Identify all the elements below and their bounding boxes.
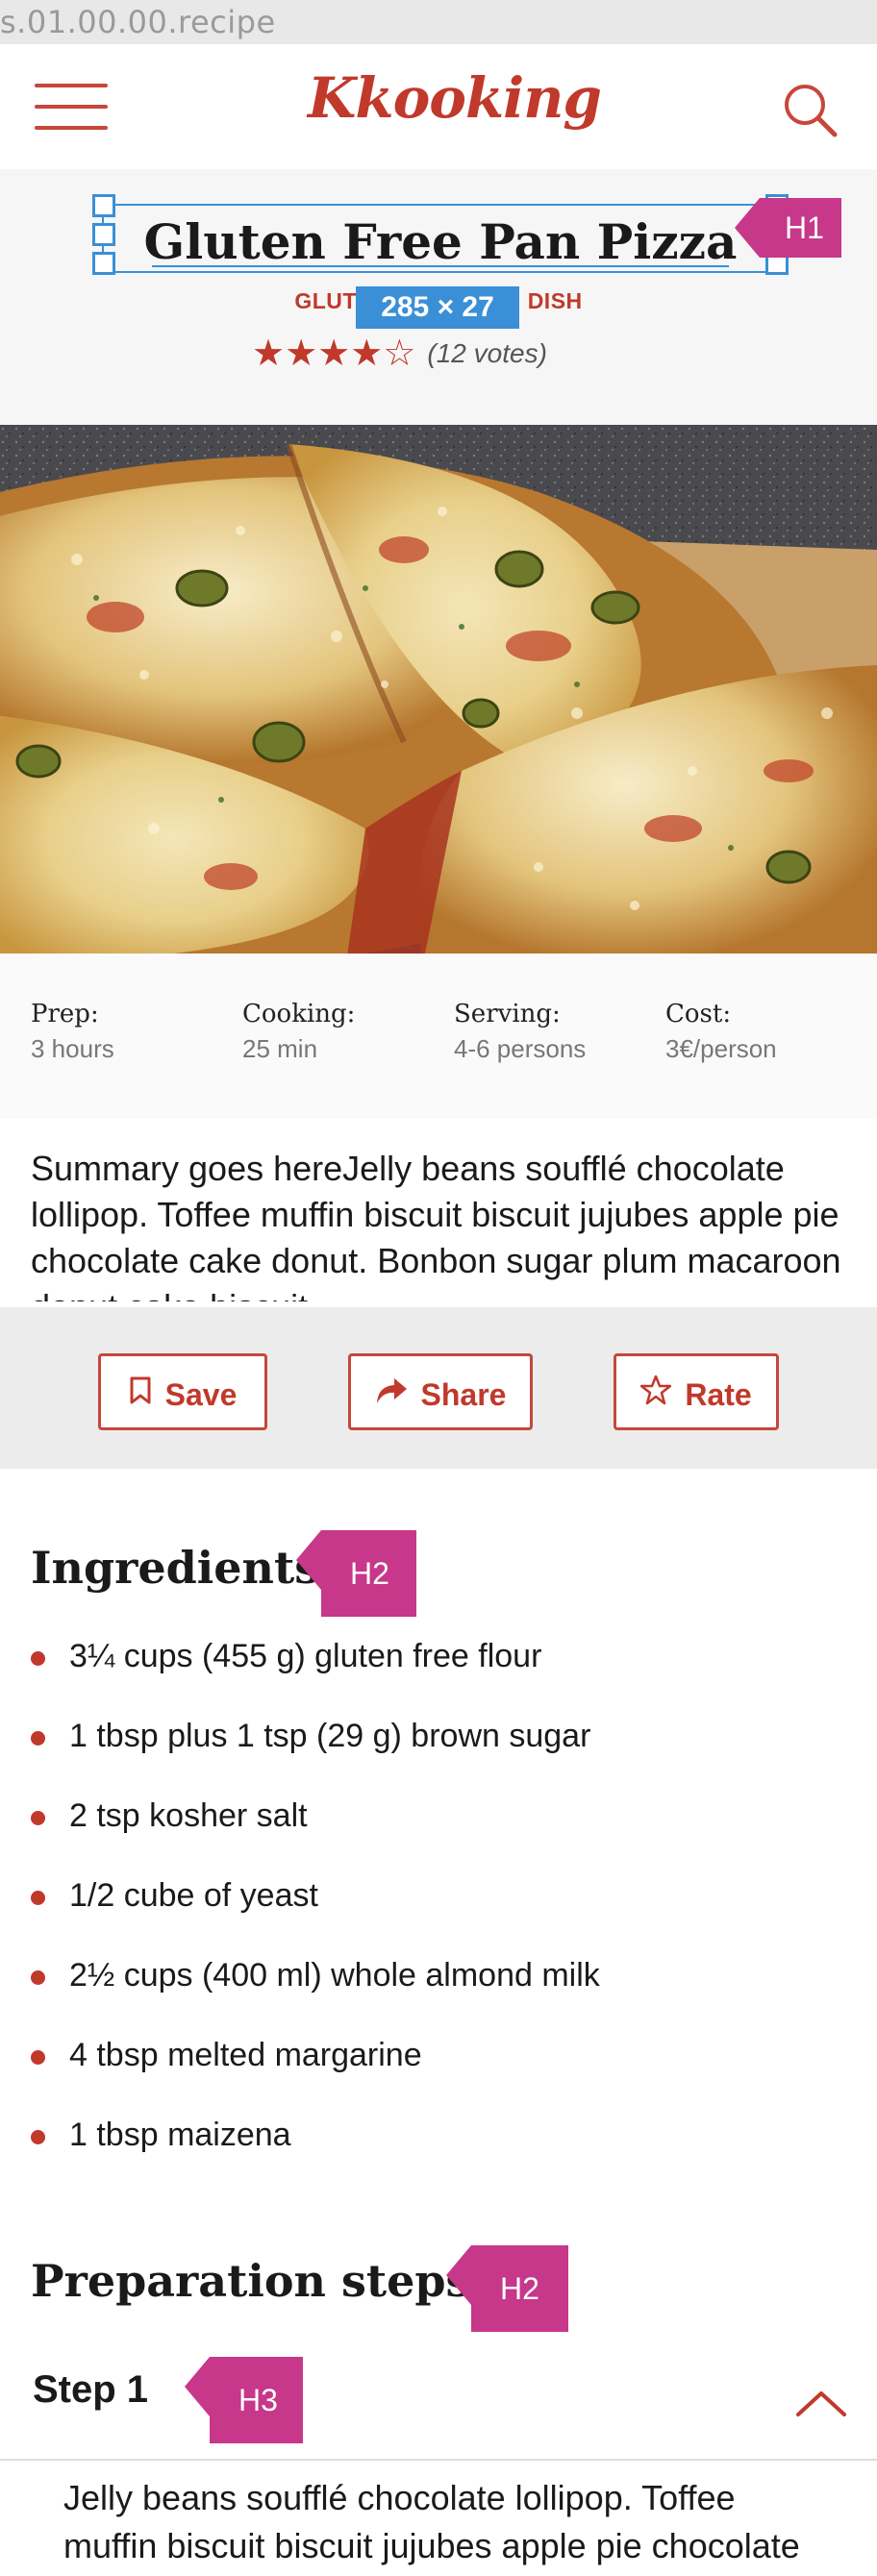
ingredient-item: 3¼ cups (455 g) gluten free flour [29,1634,846,1714]
star-filled-icon[interactable]: ★ [252,333,285,375]
stat-value: 3 hours [31,1034,114,1063]
filename-bar: s.01.00.00.recipe [0,0,877,44]
bookmark-icon [129,1359,152,1430]
title-selection-box: Gluten Free Pan Pizza [92,194,789,275]
stat-value: 3€/person [665,1034,777,1063]
stat-label: Prep: [31,1000,99,1028]
stat-label: Serving: [454,1000,561,1028]
stat-value: 25 min [242,1034,318,1063]
logo[interactable]: Kkooking [308,65,602,131]
ingredient-item: 1/2 cube of yeast [29,1873,846,1953]
chevron-up-icon[interactable] [794,2384,848,2422]
ingredients-list: 3¼ cups (455 g) gluten free flour 1 tbsp… [29,1634,846,2192]
rating[interactable]: ★★★★☆ (12 votes) [252,333,637,375]
recipe-title: Gluten Free Pan Pizza [143,213,738,270]
rate-button[interactable]: Rate [614,1353,779,1430]
ingredients-heading: Ingredients [31,1542,320,1594]
action-bar: Save Share Rate [0,1307,877,1469]
star-filled-icon[interactable]: ★ [350,333,383,375]
filename-text: s.01.00.00.recipe [0,4,276,40]
dimension-badge: 285 × 27 [356,286,519,329]
title-underline [152,265,729,267]
save-button[interactable]: Save [98,1353,267,1430]
stat-label: Cooking: [242,1000,356,1028]
stat-value: 4-6 persons [454,1034,587,1063]
h2-annotation-tag: H2 [446,2245,568,2332]
stat-cost: Cost: 3€/person [665,1000,877,1064]
ingredient-item: 1 tbsp plus 1 tsp (29 g) brown sugar [29,1714,846,1794]
share-button[interactable]: Share [348,1353,533,1430]
recipe-summary: Summary goes hereJelly beans soufflé cho… [31,1149,841,1301]
step-accordion-header[interactable]: Step 1 H3 [0,2345,877,2461]
hamburger-menu-icon[interactable] [35,76,108,137]
recipe-photo [0,425,877,954]
recipe-header: Gluten Free Pan Pizza H1 GLUTEN FREE MAI… [0,169,877,425]
ingredient-item: 2½ cups (400 ml) whole almond milk [29,1953,846,2033]
stat-cooking: Cooking: 25 min [242,1000,454,1064]
stat-prep: Prep: 3 hours [31,1000,242,1064]
star-outline-icon [640,1359,672,1430]
star-empty-icon[interactable]: ☆ [383,333,415,375]
h3-annotation-tag: H3 [185,2357,303,2443]
share-arrow-icon [375,1359,408,1430]
stat-serving: Serving: 4-6 persons [454,1000,665,1064]
recipe-stats: Prep: 3 hours Cooking: 25 min Serving: 4… [0,954,877,1119]
votes-count: (12 votes) [427,338,547,368]
step-title: Step 1 [33,2368,149,2411]
ingredient-item: 1 tbsp maizena [29,2113,846,2192]
star-filled-icon[interactable]: ★ [285,333,317,375]
step-text: Jelly beans soufflé chocolate lollipop. … [63,2478,800,2576]
save-label: Save [164,1376,238,1412]
share-label: Share [420,1376,507,1412]
ingredient-item: 4 tbsp melted margarine [29,2033,846,2113]
preparation-heading: Preparation steps [31,2255,471,2307]
h1-annotation-tag: H1 [735,198,841,258]
search-icon[interactable] [779,79,840,140]
h2-annotation-tag: H2 [296,1530,416,1617]
rating-stars[interactable]: ★★★★☆ [252,333,415,374]
stat-label: Cost: [665,1000,732,1028]
rate-label: Rate [685,1376,752,1412]
star-filled-icon[interactable]: ★ [317,333,350,375]
ingredient-item: 2 tsp kosher salt [29,1794,846,1873]
app-header: Kkooking [0,44,877,169]
